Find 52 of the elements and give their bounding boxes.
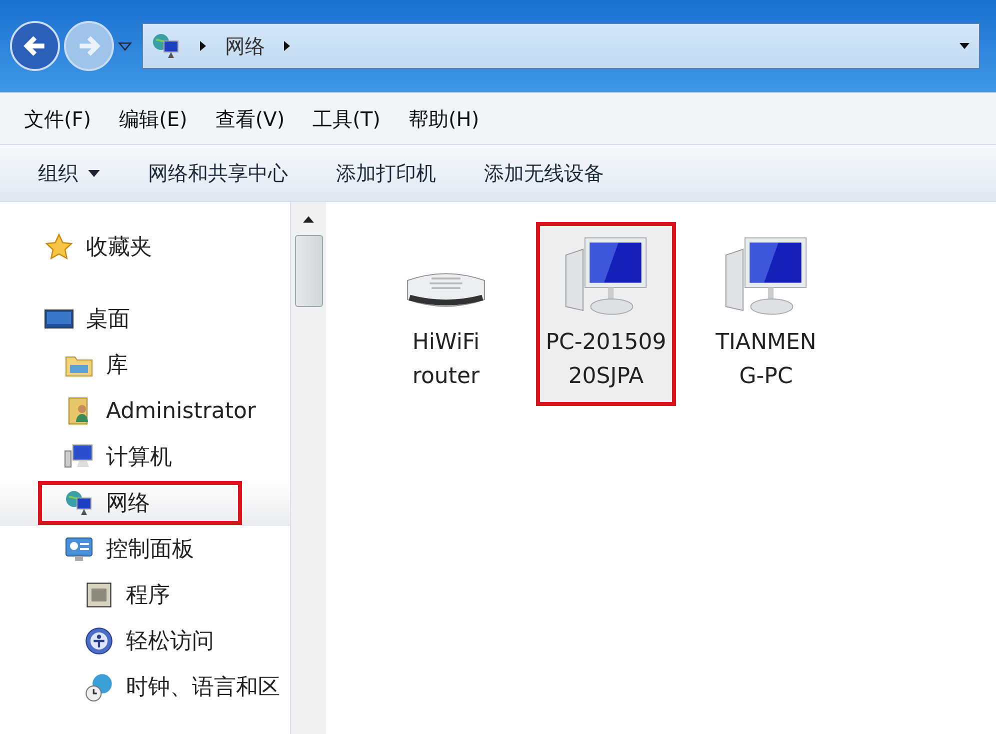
- device-name: HiWiFi router: [412, 329, 480, 391]
- nav-item[interactable]: 控制面板: [0, 526, 290, 572]
- nav-label: 程序: [126, 582, 170, 610]
- nav-item[interactable]: 桌面: [0, 296, 290, 342]
- device-name: PC-201509 20SJPA: [546, 329, 666, 391]
- programs-icon: [84, 580, 114, 610]
- nav-label: 收藏夹: [86, 234, 152, 262]
- nav-item[interactable]: Administrator: [0, 388, 290, 434]
- nav-item[interactable]: 库: [0, 342, 290, 388]
- device-name: TIANMEN G-PC: [716, 329, 816, 391]
- chevron-right-icon[interactable]: [283, 40, 291, 52]
- device-item[interactable]: TIANMEN G-PC: [696, 222, 836, 406]
- nav-item[interactable]: 收藏夹: [0, 224, 290, 270]
- network-icon: [151, 31, 181, 61]
- back-button[interactable]: [10, 21, 60, 71]
- network-icon: [64, 488, 94, 518]
- address-bar[interactable]: 网络: [142, 23, 980, 69]
- toolbar-button[interactable]: 组织: [24, 158, 114, 188]
- nav-label: Administrator: [106, 398, 256, 426]
- nav-item[interactable]: 时钟、语言和区: [0, 664, 290, 710]
- breadcrumb[interactable]: 网络: [225, 31, 265, 61]
- nav-item[interactable]: 计算机: [0, 434, 290, 480]
- scrollbar[interactable]: [290, 202, 326, 734]
- nav-label: 控制面板: [106, 536, 194, 564]
- clock-globe-icon: [84, 672, 114, 702]
- toolbar-button[interactable]: 网络和共享中心: [134, 158, 302, 188]
- nav-label: 轻松访问: [126, 628, 214, 656]
- scroll-up-icon[interactable]: [303, 216, 314, 223]
- menu-item[interactable]: 文件(F): [14, 104, 102, 134]
- nav-item[interactable]: 轻松访问: [0, 618, 290, 664]
- nav-label: 库: [106, 352, 128, 380]
- toolbar-button[interactable]: 添加无线设备: [470, 158, 618, 188]
- menu-item[interactable]: 编辑(E): [109, 104, 198, 134]
- nav-item[interactable]: 程序: [0, 572, 290, 618]
- menu-item[interactable]: 查看(V): [205, 104, 295, 134]
- nav-label: 桌面: [86, 306, 130, 334]
- menu-item[interactable]: 帮助(H): [398, 104, 490, 134]
- device-item[interactable]: PC-201509 20SJPA: [536, 222, 676, 406]
- chevron-right-icon[interactable]: [199, 40, 207, 52]
- dropdown-arrow-icon[interactable]: [958, 42, 971, 50]
- nav-label: 计算机: [106, 444, 172, 472]
- scroll-thumb[interactable]: [294, 235, 322, 307]
- menu-item[interactable]: 工具(T): [302, 104, 390, 134]
- nav-label: 时钟、语言和区: [126, 674, 280, 702]
- toolbar-button[interactable]: 添加打印机: [322, 158, 450, 188]
- forward-button[interactable]: [64, 21, 114, 71]
- accessibility-icon: [84, 626, 114, 656]
- star-icon: [44, 232, 74, 262]
- nav-item[interactable]: 网络: [0, 480, 290, 526]
- device-item[interactable]: HiWiFi router: [376, 222, 516, 406]
- caret-icon: [88, 170, 100, 176]
- nav-label: 网络: [106, 490, 150, 518]
